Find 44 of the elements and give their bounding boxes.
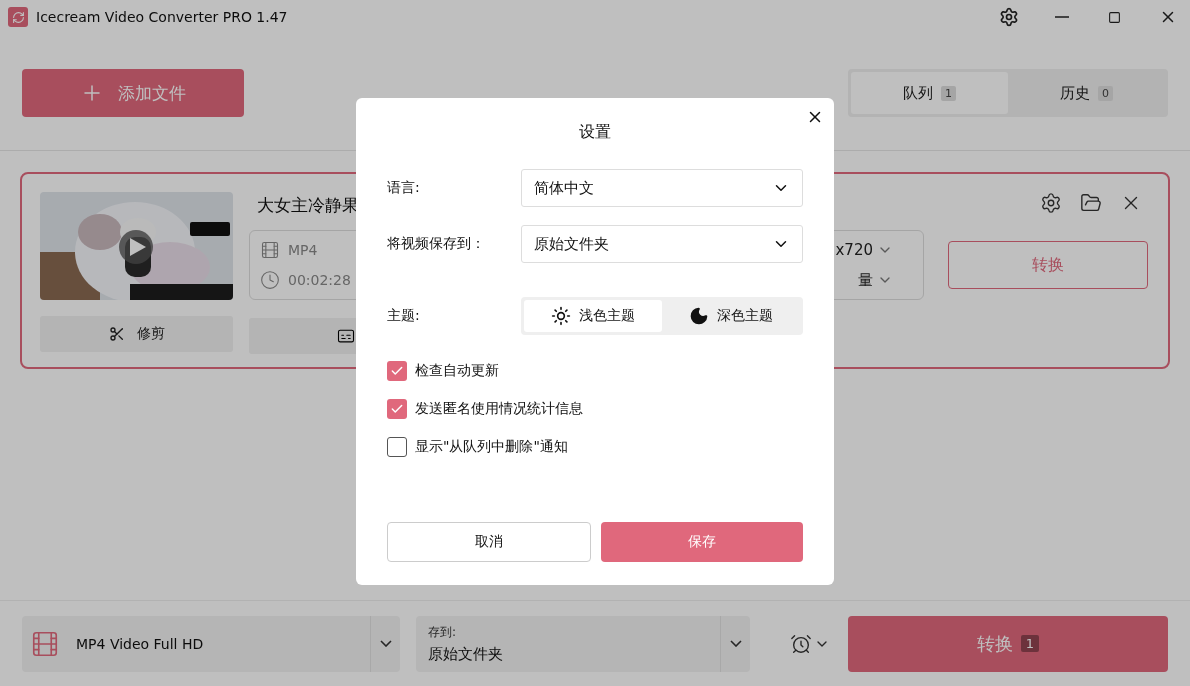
select-field[interactable]: 原始文件夹 bbox=[521, 225, 803, 263]
film-icon bbox=[260, 240, 280, 260]
quality-dropdown[interactable]: 量 bbox=[858, 269, 893, 291]
moon-icon bbox=[689, 306, 709, 326]
chevron-down-icon bbox=[379, 640, 392, 647]
checkbox-label: 显示"从队列中删除"通知 bbox=[415, 438, 568, 456]
field-label: 主题: bbox=[387, 307, 421, 325]
folder-icon bbox=[1080, 192, 1102, 214]
select-field[interactable]: 简体中文 bbox=[521, 169, 803, 207]
tab[interactable]: 队列 1 bbox=[851, 72, 1008, 114]
sun-icon bbox=[551, 306, 571, 326]
open-folder-button[interactable] bbox=[1080, 192, 1102, 214]
minimize-icon bbox=[1054, 16, 1069, 18]
duration-text: 00:02:28 bbox=[288, 272, 351, 288]
convert-all-button[interactable]: 转换 1 bbox=[848, 615, 1168, 672]
field-label: 语言: bbox=[387, 179, 421, 197]
dialog-title: 设置 bbox=[579, 122, 611, 143]
theme-option[interactable]: 深色主题 bbox=[662, 300, 800, 332]
checkbox[interactable] bbox=[387, 437, 407, 457]
scissors-icon bbox=[108, 326, 125, 342]
settings-button[interactable] bbox=[1040, 192, 1062, 214]
tab[interactable]: 历史 0 bbox=[1008, 72, 1165, 114]
check-icon bbox=[390, 402, 404, 416]
check-icon bbox=[390, 364, 404, 378]
format-text: MP4 bbox=[288, 242, 318, 258]
settings-icon bbox=[1040, 192, 1062, 214]
checkbox-label: 检查自动更新 bbox=[415, 362, 499, 380]
preset-dropdown[interactable]: MP4 Video Full HD bbox=[22, 615, 400, 672]
checkbox-label: 发送匿名使用情况统计信息 bbox=[415, 400, 583, 418]
trim-button[interactable]: 修剪 bbox=[40, 316, 233, 352]
settings-icon bbox=[998, 7, 1019, 27]
window-title: Icecream Video Converter PRO 1.47 bbox=[36, 9, 289, 25]
video-title: 大女主冷静果 bbox=[257, 194, 359, 217]
field-label: 将视频保存到： bbox=[387, 235, 486, 253]
theme-option[interactable]: 浅色主题 bbox=[524, 300, 662, 332]
clock-icon bbox=[260, 270, 280, 290]
alarm-clock-icon bbox=[790, 632, 812, 655]
checkbox[interactable] bbox=[387, 399, 407, 419]
maximize-icon bbox=[1108, 10, 1121, 24]
chevron-down-icon bbox=[729, 640, 742, 647]
checkbox[interactable] bbox=[387, 361, 407, 381]
cancel-button[interactable]: 取消 bbox=[387, 522, 591, 562]
save-to-dropdown[interactable]: 存到: 原始文件夹 bbox=[416, 615, 750, 672]
resolution-dropdown[interactable]: x720 bbox=[835, 239, 893, 261]
